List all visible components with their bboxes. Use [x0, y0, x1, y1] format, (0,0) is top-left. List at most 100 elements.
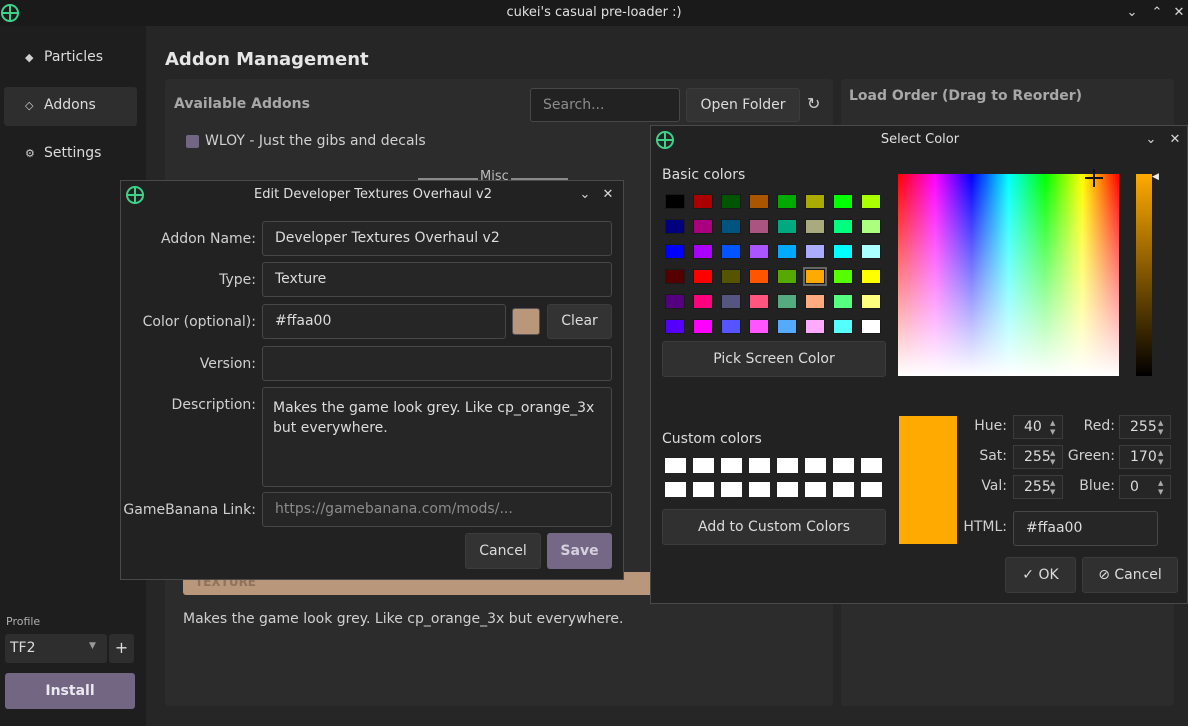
color-input[interactable]: #ffaa00 — [262, 304, 506, 339]
green-spinbox[interactable]: 170 ▲ ▼ — [1119, 445, 1171, 469]
spin-down-icon[interactable]: ▼ — [1050, 488, 1060, 497]
basic-color-swatch[interactable] — [665, 194, 685, 209]
red-spinbox[interactable]: 255 ▲ ▼ — [1119, 415, 1171, 439]
basic-color-swatch[interactable] — [693, 244, 713, 259]
maximize-icon[interactable]: ⌃ — [1149, 5, 1165, 21]
sidebar-item-particles[interactable]: ◆ Particles — [4, 39, 137, 78]
profile-select[interactable]: TF2 ▼ — [5, 634, 107, 663]
close-icon[interactable]: ✕ — [1167, 132, 1183, 148]
refresh-icon[interactable]: ↻ — [807, 94, 820, 113]
custom-color-swatch[interactable] — [777, 458, 798, 473]
basic-color-swatch[interactable] — [805, 219, 825, 234]
basic-color-swatch[interactable] — [777, 294, 797, 309]
minimize-icon[interactable]: ⌄ — [577, 187, 593, 203]
basic-color-swatch[interactable] — [833, 269, 853, 284]
basic-color-swatch[interactable] — [777, 219, 797, 234]
basic-color-swatch[interactable] — [805, 194, 825, 209]
basic-color-swatch[interactable] — [805, 319, 825, 334]
basic-color-swatch[interactable] — [805, 244, 825, 259]
basic-color-swatch[interactable] — [693, 219, 713, 234]
spin-up-icon[interactable]: ▲ — [1158, 449, 1168, 458]
basic-color-swatch[interactable] — [749, 219, 769, 234]
add-to-custom-colors-button[interactable]: Add to Custom Colors — [662, 509, 886, 545]
basic-color-swatch[interactable] — [721, 294, 741, 309]
basic-color-swatch[interactable] — [777, 194, 797, 209]
close-icon[interactable]: ✕ — [600, 187, 616, 203]
custom-color-swatch[interactable] — [721, 482, 742, 497]
spin-up-icon[interactable]: ▲ — [1050, 419, 1060, 428]
basic-color-swatch[interactable] — [693, 269, 713, 284]
description-textarea[interactable]: Makes the game look grey. Like cp_orange… — [262, 387, 612, 487]
custom-color-swatch[interactable] — [721, 458, 742, 473]
basic-color-swatch[interactable] — [693, 294, 713, 309]
minimize-icon[interactable]: ⌄ — [1124, 5, 1140, 21]
hue-saturation-picker[interactable] — [898, 174, 1119, 376]
hue-spinbox[interactable]: 40 ▲ ▼ — [1013, 415, 1063, 439]
custom-color-swatch[interactable] — [665, 482, 686, 497]
custom-color-swatch[interactable] — [805, 482, 826, 497]
install-button[interactable]: Install — [5, 673, 135, 709]
custom-color-swatch[interactable] — [805, 458, 826, 473]
basic-color-swatch[interactable] — [861, 194, 881, 209]
basic-color-swatch[interactable] — [861, 244, 881, 259]
custom-color-swatch[interactable] — [693, 458, 714, 473]
ok-button[interactable]: ✓ OK — [1005, 557, 1076, 593]
search-input[interactable]: Search... — [530, 88, 680, 122]
basic-color-swatch[interactable] — [833, 294, 853, 309]
basic-color-swatch[interactable] — [777, 319, 797, 334]
basic-color-swatch[interactable] — [861, 294, 881, 309]
val-spinbox[interactable]: 255 ▲ ▼ — [1013, 475, 1063, 499]
value-slider[interactable] — [1136, 174, 1152, 376]
basic-color-swatch[interactable] — [693, 194, 713, 209]
spin-up-icon[interactable]: ▲ — [1158, 479, 1168, 488]
value-slider-handle-icon[interactable]: ◀ — [1152, 172, 1159, 182]
basic-color-swatch[interactable] — [721, 319, 741, 334]
addon-checkbox[interactable] — [186, 135, 199, 148]
basic-color-swatch[interactable] — [665, 219, 685, 234]
basic-color-swatch[interactable] — [721, 219, 741, 234]
minimize-icon[interactable]: ⌄ — [1143, 132, 1159, 148]
basic-color-swatch[interactable] — [749, 244, 769, 259]
spin-down-icon[interactable]: ▼ — [1158, 488, 1168, 497]
basic-color-swatch[interactable] — [721, 194, 741, 209]
custom-color-swatch[interactable] — [861, 458, 882, 473]
spin-down-icon[interactable]: ▼ — [1050, 428, 1060, 437]
basic-color-swatch[interactable] — [833, 319, 853, 334]
color-preview-swatch[interactable] — [512, 308, 540, 335]
spin-down-icon[interactable]: ▼ — [1158, 428, 1168, 437]
cancel-button[interactable]: Cancel — [465, 533, 541, 569]
basic-color-swatch[interactable] — [749, 269, 769, 284]
basic-color-swatch[interactable] — [693, 319, 713, 334]
basic-color-swatch[interactable] — [721, 269, 741, 284]
sat-spinbox[interactable]: 255 ▲ ▼ — [1013, 445, 1063, 469]
basic-color-swatch[interactable] — [833, 219, 853, 234]
cancel-color-button[interactable]: ⊘ Cancel — [1082, 557, 1178, 593]
addon-name-input[interactable]: Developer Textures Overhaul v2 — [262, 221, 612, 256]
custom-color-swatch[interactable] — [665, 458, 686, 473]
basic-color-swatch[interactable] — [777, 269, 797, 284]
basic-color-swatch[interactable] — [749, 319, 769, 334]
spin-up-icon[interactable]: ▲ — [1050, 449, 1060, 458]
basic-color-swatch[interactable] — [777, 244, 797, 259]
basic-color-swatch[interactable] — [721, 244, 741, 259]
basic-color-swatch[interactable] — [665, 294, 685, 309]
spin-up-icon[interactable]: ▲ — [1158, 419, 1168, 428]
sidebar-item-addons[interactable]: ◇ Addons — [4, 87, 137, 126]
basic-color-swatch[interactable] — [665, 319, 685, 334]
basic-color-swatch[interactable] — [861, 269, 881, 284]
blue-spinbox[interactable]: 0 ▲ ▼ — [1119, 475, 1171, 499]
save-button[interactable]: Save — [547, 533, 612, 569]
basic-color-swatch[interactable] — [749, 194, 769, 209]
basic-color-swatch[interactable] — [861, 219, 881, 234]
html-color-input[interactable]: #ffaa00 — [1013, 511, 1158, 546]
version-input[interactable] — [262, 346, 612, 381]
spin-up-icon[interactable]: ▲ — [1050, 479, 1060, 488]
pick-screen-color-button[interactable]: Pick Screen Color — [662, 341, 886, 377]
custom-color-swatch[interactable] — [749, 482, 770, 497]
sidebar-item-settings[interactable]: ⚙ Settings — [4, 135, 137, 174]
basic-color-swatch[interactable] — [803, 267, 827, 286]
custom-color-swatch[interactable] — [833, 482, 854, 497]
spin-down-icon[interactable]: ▼ — [1158, 458, 1168, 467]
custom-color-swatch[interactable] — [833, 458, 854, 473]
custom-color-swatch[interactable] — [861, 482, 882, 497]
